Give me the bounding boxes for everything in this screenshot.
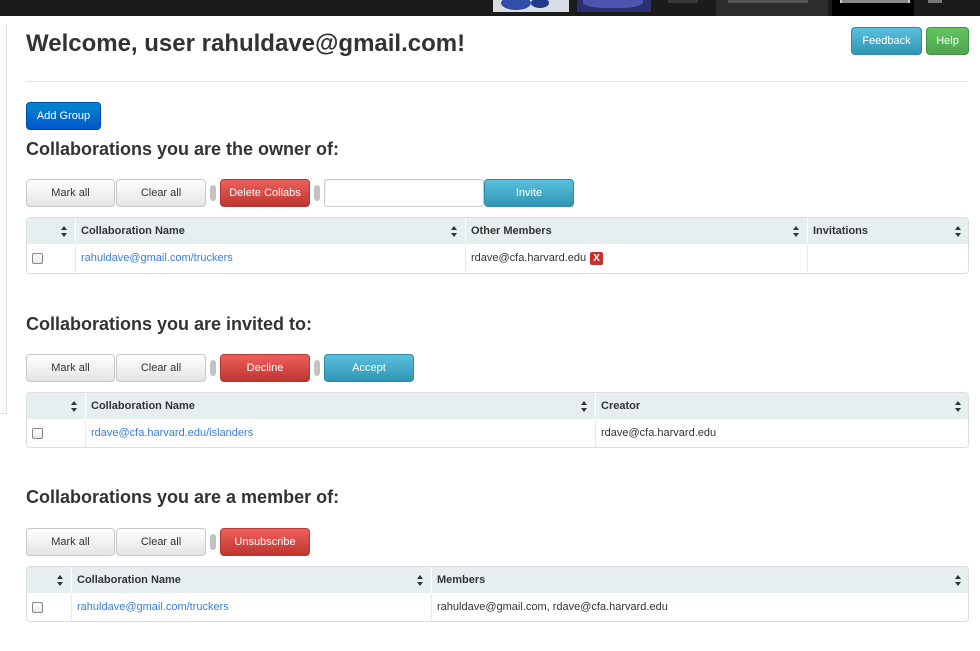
page-title: Welcome, user rahuldave@gmail.com! [26,30,466,57]
collaboration-name-cell: rahuldave@gmail.com/truckers [77,245,466,272]
invited-clear-all-button[interactable]: Clear all [116,354,206,382]
nav-item[interactable] [662,0,712,16]
sort-icon [61,226,68,237]
owner-table: Collaboration Name Other Members Invitat… [26,217,969,274]
sort-icon [451,226,458,237]
invited-section-title: Collaborations you are invited to: [26,314,313,334]
collaboration-name-cell: rahuldave@gmail.com/truckers [73,594,432,621]
sort-icon [955,401,962,412]
decline-button[interactable]: Decline [220,354,310,382]
other-members-cell: rdave@cfa.harvard.edu X [467,245,808,272]
members-cell: rahuldave@gmail.com, rdave@cfa.harvard.e… [437,601,668,613]
sort-icon [57,575,64,586]
table-header: Collaboration Name Members [27,567,968,594]
sort-icon [793,226,800,237]
column-header-creator[interactable]: Creator [597,393,968,420]
divider [26,81,968,82]
help-button[interactable]: Help [926,27,969,55]
row-select-cell [27,420,86,447]
unsubscribe-button[interactable]: Unsubscribe [220,528,310,556]
sidebar-edge [0,24,7,414]
owner-section-title: Collaborations you are the owner of: [26,139,340,159]
table-row: rahuldave@gmail.com/truckers rdave@cfa.h… [27,245,968,272]
column-header-invitations[interactable]: Invitations [809,218,968,245]
member-email: rdave@cfa.harvard.edu [471,252,587,264]
nav-item-user[interactable] [832,0,914,16]
add-group-button[interactable]: Add Group [26,102,101,130]
column-header-collaboration-name[interactable]: Collaboration Name [77,218,466,245]
sort-icon [71,401,78,412]
collaboration-name-cell: rdave@cfa.harvard.edu/islanders [87,420,596,447]
select-column-header[interactable] [27,218,76,245]
column-header-collaboration-name[interactable]: Collaboration Name [87,393,596,420]
collaboration-link[interactable]: rdave@cfa.harvard.edu/islanders [91,427,253,439]
nav-item-logout[interactable] [922,0,962,16]
row-checkbox[interactable] [32,428,43,439]
separator [210,185,216,201]
owner-mark-all-button[interactable]: Mark all [26,179,115,207]
member-table: Collaboration Name Members rahuldave@gma… [26,566,969,622]
table-header: Collaboration Name Creator [27,393,968,420]
row-checkbox[interactable] [32,602,43,613]
separator [314,360,320,376]
invite-input[interactable] [324,179,484,207]
collaboration-link[interactable]: rahuldave@gmail.com/truckers [77,601,229,613]
sort-icon [581,401,588,412]
column-header-other-members[interactable]: Other Members [467,218,808,245]
table-row: rdave@cfa.harvard.edu/islanders rdave@cf… [27,420,968,447]
invited-table: Collaboration Name Creator rdave@cfa.har… [26,392,969,448]
column-header-members[interactable]: Members [433,567,968,594]
table-header: Collaboration Name Other Members Invitat… [27,218,968,245]
accept-button[interactable]: Accept [324,354,414,382]
creator-cell: rdave@cfa.harvard.edu [601,427,717,439]
site-logo-1[interactable] [493,0,569,12]
owner-clear-all-button[interactable]: Clear all [116,179,206,207]
separator [210,534,216,550]
remove-member-icon[interactable]: X [590,251,604,265]
select-column-header[interactable] [27,567,72,594]
invite-button[interactable]: Invite [484,179,574,207]
delete-collabs-button[interactable]: Delete Collabs [220,179,310,207]
feedback-button[interactable]: Feedback [851,27,922,55]
column-header-collaboration-name[interactable]: Collaboration Name [73,567,432,594]
row-select-cell [27,594,72,621]
member-section-title: Collaborations you are a member of: [26,487,340,507]
member-mark-all-button[interactable]: Mark all [26,528,115,556]
row-checkbox[interactable] [32,253,43,264]
sort-icon [955,575,962,586]
member-clear-all-button[interactable]: Clear all [116,528,206,556]
invited-mark-all-button[interactable]: Mark all [26,354,115,382]
top-navbar [0,0,980,16]
sort-icon [955,226,962,237]
nav-item-collaborations[interactable] [716,0,828,16]
separator [210,360,216,376]
table-row: rahuldave@gmail.com/truckers rahuldave@g… [27,594,968,621]
invitations-cell [809,245,968,272]
sort-icon [417,575,424,586]
collaboration-link[interactable]: rahuldave@gmail.com/truckers [81,252,233,264]
select-column-header[interactable] [27,393,86,420]
site-logo-2[interactable] [577,0,651,12]
separator [314,185,320,201]
row-select-cell [27,245,76,272]
